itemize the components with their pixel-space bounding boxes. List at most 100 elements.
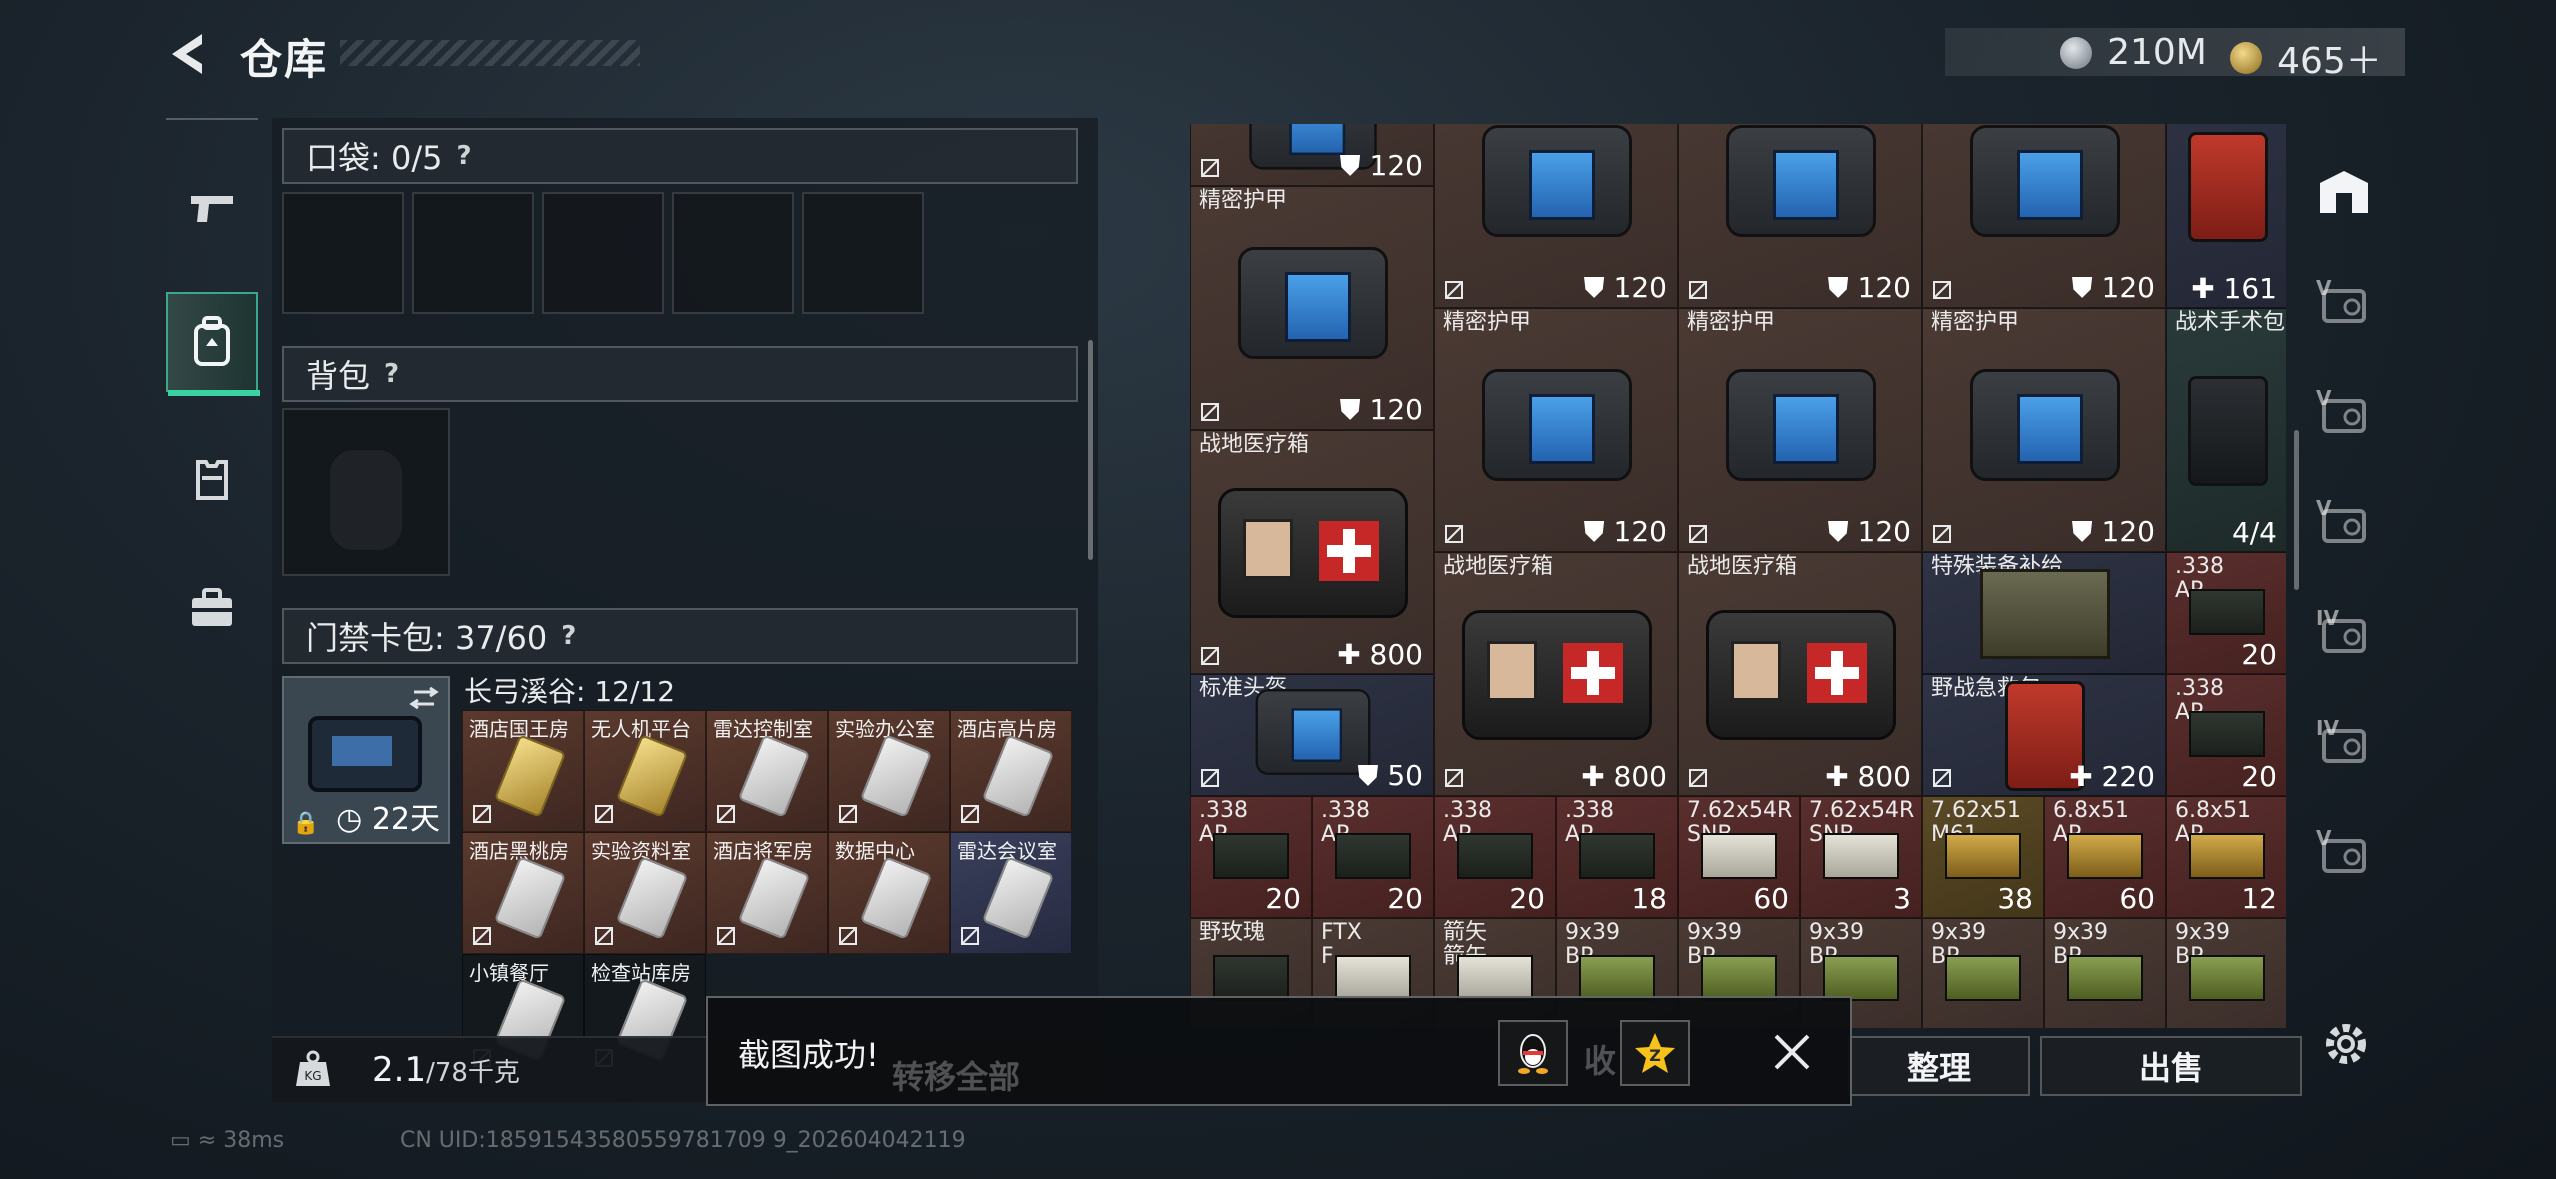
share-qzone-button[interactable]: Z — [1620, 1020, 1690, 1086]
stash-item[interactable]: 战术手术包 4/4 — [2166, 308, 2286, 552]
stash-item[interactable]: 9x39 BP — [2044, 918, 2166, 1028]
storage-tab[interactable] — [2298, 144, 2390, 244]
no-sell-icon — [593, 803, 615, 825]
category-armor[interactable] — [166, 428, 258, 528]
item-name: 战术手术包 — [2175, 310, 2286, 335]
stash-item[interactable]: 精密护甲⛊ 120 — [1434, 124, 1678, 308]
key-card-slot[interactable]: 无人机平台 — [584, 710, 706, 832]
stash-scrollbar[interactable] — [2294, 430, 2299, 590]
sell-button[interactable]: 出售 — [2040, 1036, 2302, 1096]
item-value: ⛊ 120 — [2071, 515, 2155, 548]
stash-item[interactable]: .338 AP20 — [2166, 674, 2286, 796]
stash-item[interactable]: .338 AP20 — [1434, 796, 1556, 918]
ammo-box-image — [1823, 833, 1899, 879]
key-card-slot[interactable]: 实验资料室 — [584, 832, 706, 954]
armor-vest-icon — [196, 460, 228, 500]
keycard-image — [859, 734, 933, 818]
ammo-box-image — [1823, 955, 1899, 1001]
storage-tab-label: IV — [2316, 716, 2339, 740]
active-indicator — [168, 390, 260, 396]
stash-item[interactable]: 9x39 BP — [1922, 918, 2044, 1028]
stash-item[interactable]: 精密护甲⛊ 120 — [1434, 308, 1678, 552]
ammo-box-image — [1701, 833, 1777, 879]
category-weapons[interactable] — [166, 158, 258, 258]
stash-item[interactable]: 精密护甲⛊ 120 — [1190, 186, 1434, 430]
storage-tab[interactable]: V — [2298, 804, 2390, 904]
stash-item[interactable]: 标准头盔 ⛊ 50 — [1190, 674, 1434, 796]
no-sell-icon — [1931, 279, 1953, 301]
gold-coin-icon — [2230, 42, 2262, 74]
key-case-item[interactable]: ◷ 22天 🔒 — [282, 676, 450, 844]
stash-item[interactable]: 战地医疗箱 ✚ 800 — [1678, 552, 1922, 796]
backpack-help-icon[interactable]: ? — [384, 359, 399, 389]
pocket-slot[interactable] — [802, 192, 924, 314]
stash-item[interactable]: 7.62x54R SNB60 — [1678, 796, 1800, 918]
no-sell-icon — [471, 925, 493, 947]
pocket-slot[interactable] — [412, 192, 534, 314]
stash-item[interactable]: 6.8x51 AP60 — [2044, 796, 2166, 918]
storage-tab[interactable]: V — [2298, 474, 2390, 574]
key-card-slot[interactable]: 酒店国王房 — [462, 710, 584, 832]
key-card-slot[interactable]: 数据中心 — [828, 832, 950, 954]
no-sell-icon — [837, 925, 859, 947]
gear-icon[interactable] — [2318, 1016, 2374, 1072]
key-card-slot[interactable]: 酒店高片房 — [950, 710, 1072, 832]
storage-tab-rail: V V V IV IV V — [2298, 124, 2390, 1028]
stash-item[interactable]: 精密护甲⛊ 120 — [1922, 124, 2166, 308]
toast-message: 截图成功! — [738, 1036, 879, 1074]
stash-item[interactable]: 特殊装备补给 — [1922, 552, 2166, 674]
storage-tab[interactable]: IV — [2298, 584, 2390, 684]
storage-tab[interactable]: V — [2298, 364, 2390, 464]
stash-item[interactable]: 精密护甲⛊ 120 — [1922, 308, 2166, 552]
key-card-slot[interactable]: 雷达会议室 — [950, 832, 1072, 954]
inventory-scrollbar[interactable] — [1088, 340, 1093, 560]
back-arrow-icon[interactable] — [162, 28, 214, 80]
key-case-help-icon[interactable]: ? — [561, 621, 576, 651]
no-sell-icon — [1687, 523, 1709, 545]
stash-item[interactable]: 战地医疗箱 ✚ 800 — [1190, 430, 1434, 674]
stash-item[interactable]: 精密护甲⛊ 120 — [1678, 308, 1922, 552]
category-backpack[interactable] — [166, 292, 260, 396]
item-value: ✚ 800 — [1337, 638, 1423, 671]
stash-item[interactable]: ✚ 161 — [2166, 124, 2286, 308]
pocket-slot[interactable] — [282, 192, 404, 314]
key-card-slot[interactable]: 酒店将军房 — [706, 832, 828, 954]
pockets-help-icon[interactable]: ? — [456, 141, 471, 171]
stash-item[interactable]: 精密护甲⛊ 120 — [1678, 124, 1922, 308]
stash-item[interactable]: .338 AP20 — [1190, 796, 1312, 918]
stash-item[interactable]: .338 AP20 — [2166, 552, 2286, 674]
key-card-slot[interactable]: 酒店黑桃房 — [462, 832, 584, 954]
no-sell-icon — [959, 925, 981, 947]
armor-image — [1482, 369, 1632, 481]
stash-item[interactable]: 战地医疗箱 ✚ 800 — [1434, 552, 1678, 796]
stash-item[interactable]: .338 AP18 — [1556, 796, 1678, 918]
storage-tab[interactable]: IV — [2298, 694, 2390, 794]
category-cases[interactable] — [166, 558, 258, 658]
item-value: ⛊ 50 — [1357, 759, 1423, 792]
silver-coin-icon — [2060, 36, 2092, 69]
stash-item[interactable]: .338 AP20 — [1312, 796, 1434, 918]
key-card-slot[interactable]: 实验办公室 — [828, 710, 950, 832]
key-card-slot[interactable]: 雷达控制室 — [706, 710, 828, 832]
backpack-slot[interactable] — [282, 408, 450, 576]
transfer-all-button[interactable]: 转移全部 — [892, 1052, 1020, 1098]
silver-currency[interactable]: 210M — [2060, 32, 2207, 73]
ammo-box-image — [2067, 955, 2143, 1001]
share-qq-button[interactable] — [1498, 1020, 1568, 1086]
gold-currency[interactable]: 465＋ — [2230, 32, 2382, 84]
close-icon[interactable] — [1768, 1028, 1816, 1076]
stash-item[interactable]: 7.62x51 M6138 — [1922, 796, 2044, 918]
stash-item[interactable]: 7.62x54R SNB3 — [1800, 796, 1922, 918]
collect-button[interactable]: 收 — [1584, 1036, 1616, 1082]
stash-item[interactable]: ⛊ 120 — [1190, 124, 1434, 186]
stash-item[interactable]: 9x39 BP — [2166, 918, 2286, 1028]
qq-penguin-icon — [1518, 1034, 1548, 1074]
ammo-box-image — [1579, 955, 1655, 1001]
stash-item[interactable]: 6.8x51 AP12 — [2166, 796, 2286, 918]
sort-button[interactable]: 整理 — [1848, 1036, 2030, 1096]
pocket-slot[interactable] — [542, 192, 664, 314]
pocket-slot[interactable] — [672, 192, 794, 314]
storage-tab[interactable]: V — [2298, 254, 2390, 354]
keycard-image — [737, 856, 811, 940]
stash-item[interactable]: 野战急救包 ✚ 220 — [1922, 674, 2166, 796]
